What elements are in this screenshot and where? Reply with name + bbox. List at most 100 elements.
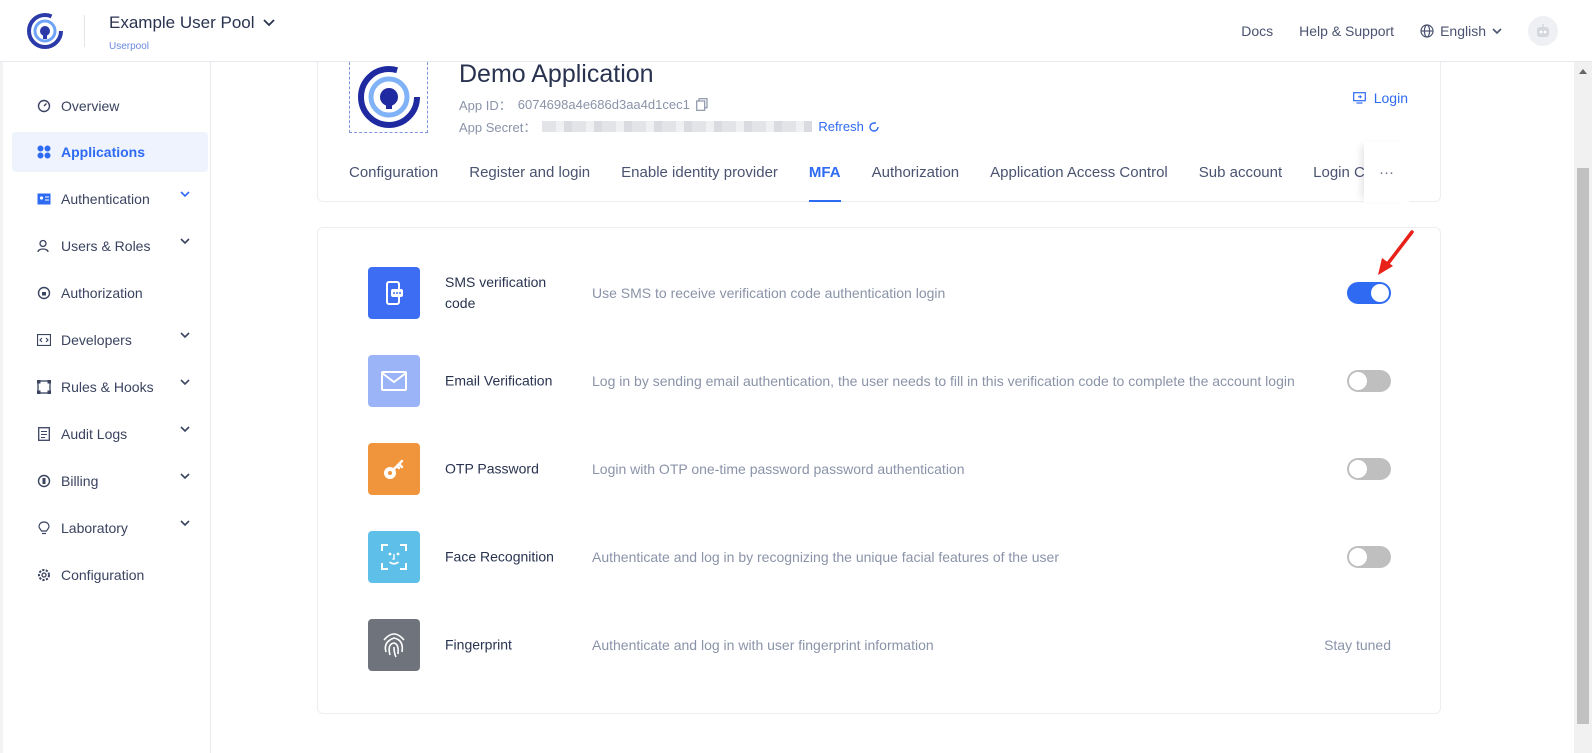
tab-authorization[interactable]: Authorization xyxy=(872,164,960,202)
mfa-method-name: OTP Password xyxy=(445,460,539,477)
sidebar-item-applications[interactable]: Applications xyxy=(12,132,208,172)
toggle-knob xyxy=(1349,548,1367,566)
sidebar-item-overview[interactable]: Overview xyxy=(12,86,208,126)
toggle-knob xyxy=(1349,460,1367,478)
stay-tuned-label: Stay tuned xyxy=(1324,637,1391,653)
chevron-down-icon xyxy=(180,191,190,198)
tab-application-access-control[interactable]: Application Access Control xyxy=(990,164,1168,202)
language-selector[interactable]: English xyxy=(1420,23,1502,39)
app-id-label: App ID： xyxy=(459,98,512,113)
sidebar-item-label: Audit Logs xyxy=(61,426,128,442)
face-mfa-toggle[interactable] xyxy=(1347,546,1391,568)
user-pool-subtitle: Userpool xyxy=(109,41,150,52)
chevron-down-icon xyxy=(180,473,190,480)
sidebar-item-label: Users & Roles xyxy=(61,238,151,254)
refresh-secret-button[interactable]: Refresh xyxy=(818,119,880,134)
chevron-down-icon xyxy=(180,520,190,527)
email-mfa-toggle[interactable] xyxy=(1347,370,1391,392)
sidebar-item-label: Overview xyxy=(61,98,120,114)
tabs-more-button[interactable]: ··· xyxy=(1364,142,1409,202)
copy-icon[interactable] xyxy=(695,98,708,111)
sms-mfa-toggle[interactable] xyxy=(1347,282,1391,304)
chevron-down-icon xyxy=(180,332,190,339)
help-support-link[interactable]: Help & Support xyxy=(1299,23,1394,39)
refresh-icon xyxy=(869,121,879,132)
application-header-card: Demo Application App ID： 6074698a4e686d3… xyxy=(317,60,1441,202)
mfa-method-description: Log in by sending email authentication, … xyxy=(592,373,1295,389)
mfa-method-name: Fingerprint xyxy=(445,636,512,653)
mfa-row-email: Email Verification Log in by sending ema… xyxy=(368,355,1391,407)
sidebar-item-developers[interactable]: Developers xyxy=(12,320,208,360)
scrollbar-thumb[interactable] xyxy=(1577,168,1589,724)
app-id-value: 6074698a4e686d3aa4d1cec1 xyxy=(517,97,690,112)
application-title: Demo Application xyxy=(459,60,654,88)
mfa-row-sms: SMS verification code Use SMS to receive… xyxy=(368,267,1391,319)
app-id-row: App ID： 6074698a4e686d3aa4d1cec1 xyxy=(459,95,708,114)
apps-icon xyxy=(36,144,52,160)
id-card-icon xyxy=(36,191,52,207)
sidebar-item-audit-logs[interactable]: Audit Logs xyxy=(12,414,208,454)
tab-login-control[interactable]: Login Control xyxy=(1313,164,1364,202)
header-divider xyxy=(84,15,85,47)
face-scan-icon xyxy=(368,531,420,583)
mfa-method-name: SMS verification code xyxy=(445,274,547,311)
docs-link[interactable]: Docs xyxy=(1241,23,1273,39)
sidebar-item-label: Laboratory xyxy=(61,520,128,536)
application-logo[interactable] xyxy=(349,62,428,133)
mfa-row-otp: OTP Password Login with OTP one-time pas… xyxy=(368,443,1391,495)
brand-logo[interactable] xyxy=(26,12,64,50)
chevron-down-icon xyxy=(180,426,190,433)
sidebar-item-authentication[interactable]: Authentication xyxy=(12,179,208,219)
mfa-method-description: Authenticate and log in with user finger… xyxy=(592,637,934,653)
sidebar-item-label: Configuration xyxy=(61,567,145,583)
user-avatar[interactable] xyxy=(1528,16,1558,46)
globe-icon xyxy=(1420,24,1434,38)
sidebar-item-label: Rules & Hooks xyxy=(61,379,154,395)
sidebar-item-configuration[interactable]: Configuration xyxy=(12,555,208,595)
sidebar-item-label: Billing xyxy=(61,473,99,489)
chevron-down-icon xyxy=(1492,27,1502,34)
sidebar-item-label: Developers xyxy=(61,332,132,348)
sidebar-item-label: Applications xyxy=(61,144,146,160)
toggle-knob xyxy=(1349,372,1367,390)
login-label: Login xyxy=(1373,90,1408,106)
user-pool-name: Example User Pool xyxy=(109,13,255,32)
mfa-settings-card: SMS verification code Use SMS to receive… xyxy=(317,227,1441,714)
sidebar-item-users-roles[interactable]: Users & Roles xyxy=(12,226,208,266)
refresh-label: Refresh xyxy=(818,119,864,134)
code-icon xyxy=(36,332,52,348)
page-scrollbar[interactable] xyxy=(1574,62,1592,753)
app-secret-label: App Secret： xyxy=(459,120,537,135)
nodes-icon xyxy=(36,379,52,395)
mfa-method-description: Login with OTP one-time password passwor… xyxy=(592,461,965,477)
robot-avatar-icon xyxy=(1537,24,1549,37)
chevron-down-icon xyxy=(180,379,190,386)
login-button[interactable]: Login xyxy=(1352,90,1408,106)
tab-enable-identity-provider[interactable]: Enable identity provider xyxy=(621,164,778,202)
mfa-method-name: Face Recognition xyxy=(445,548,554,565)
annotation-arrow-icon xyxy=(1378,230,1414,275)
toggle-knob xyxy=(1371,284,1389,302)
sidebar-item-label: Authorization xyxy=(61,285,143,301)
chevron-down-icon xyxy=(180,238,190,245)
sidebar-item-rules-hooks[interactable]: Rules & Hooks xyxy=(12,367,208,407)
sidebar-item-billing[interactable]: Billing xyxy=(12,461,208,501)
tab-strip: Configuration Register and login Enable … xyxy=(318,162,1364,202)
otp-mfa-toggle[interactable] xyxy=(1347,458,1391,480)
sidebar-item-authorization[interactable]: Authorization xyxy=(12,273,208,313)
lock-icon xyxy=(36,285,52,301)
sidebar: Overview Applications Authentication Use… xyxy=(0,62,211,753)
user-pool-selector[interactable]: Example User Pool xyxy=(109,13,275,33)
bulb-icon xyxy=(36,520,52,536)
scroll-up-arrow-icon[interactable] xyxy=(1579,69,1587,74)
language-label: English xyxy=(1440,23,1486,39)
log-icon xyxy=(36,426,52,442)
tab-mfa[interactable]: MFA xyxy=(808,164,841,202)
tab-register-and-login[interactable]: Register and login xyxy=(469,164,590,202)
sidebar-item-label: Authentication xyxy=(61,191,150,207)
tab-sub-account[interactable]: Sub account xyxy=(1199,164,1282,202)
sidebar-item-laboratory[interactable]: Laboratory xyxy=(12,508,208,548)
mfa-row-face: Face Recognition Authenticate and log in… xyxy=(368,531,1391,583)
tab-configuration[interactable]: Configuration xyxy=(349,164,438,202)
mfa-method-description: Authenticate and log in by recognizing t… xyxy=(592,549,1059,565)
